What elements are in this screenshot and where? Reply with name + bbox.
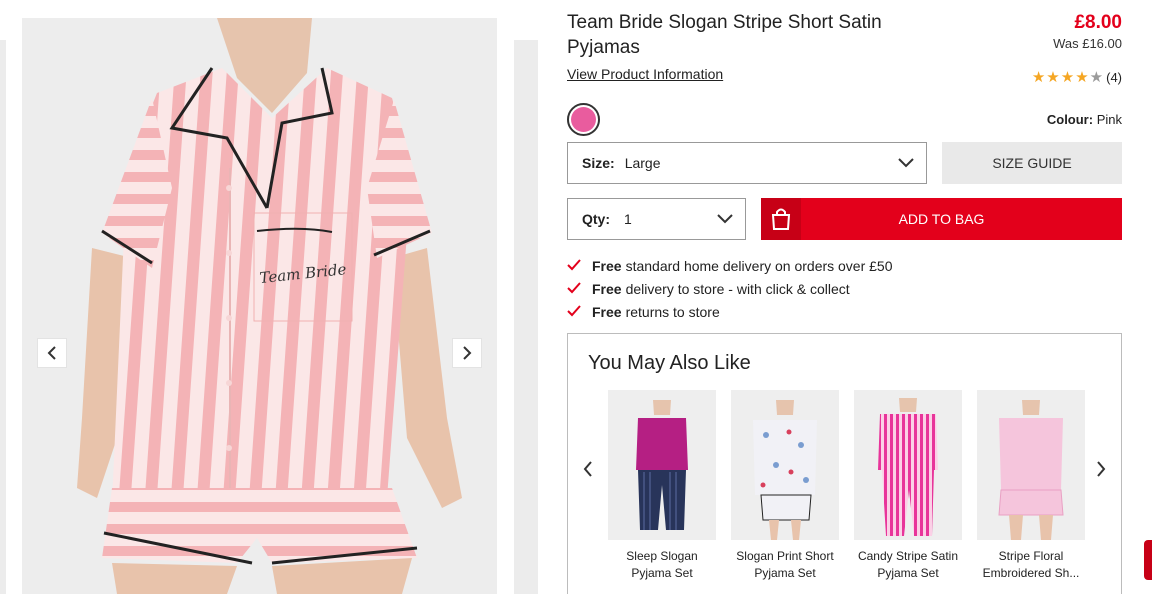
recommendation-name-line: Stripe Floral: [998, 549, 1064, 563]
recommendation-name: Stripe Floral Embroidered Sh...: [977, 548, 1085, 582]
recommendation-name: Sleep Slogan Pyjama Set: [608, 548, 716, 582]
chevron-right-icon: [1097, 461, 1106, 477]
recommendation-name: Slogan Print Short Pyjama Set: [731, 548, 839, 582]
colour-value: Pink: [1096, 112, 1122, 127]
colour-swatch-pink[interactable]: [567, 103, 600, 136]
pyjama-illustration: Team Bride: [77, 18, 462, 594]
chevron-right-icon: [463, 346, 472, 360]
star-icon: ★: [1031, 69, 1046, 86]
chevron-left-icon: [47, 346, 56, 360]
delivery-text: delivery to store - with click & collect: [625, 280, 850, 297]
you-may-also-like-panel: You May Also Like Sleep Slogan Pyjama Se…: [567, 333, 1122, 594]
delivery-text: standard home delivery on orders over £5…: [625, 257, 893, 274]
recommendation-name-line: Pyjama Set: [877, 566, 939, 580]
next-image-peek[interactable]: [514, 40, 538, 594]
chevron-down-icon: [898, 158, 914, 168]
product-thumbnail: [977, 390, 1085, 540]
check-icon: [567, 281, 592, 297]
swatch-fill: [571, 107, 596, 132]
delivery-item: Free delivery to store - with click & co…: [567, 277, 893, 300]
bag-icon: [771, 208, 791, 230]
product-thumbnail: [608, 390, 716, 540]
star-icon: ★: [1075, 69, 1089, 86]
recommendation-card[interactable]: Sleep Slogan Pyjama Set: [608, 390, 716, 582]
size-value: Large: [624, 155, 661, 171]
delivery-info-list: Free standard home delivery on orders ov…: [567, 254, 893, 323]
side-tab[interactable]: [1144, 540, 1152, 580]
bag-icon-box: [761, 198, 801, 240]
delivery-text: returns to store: [625, 303, 720, 320]
product-thumbnail: [731, 390, 839, 540]
recommendation-name-line: Pyjama Set: [631, 566, 693, 580]
quantity-select[interactable]: Qty: 1: [567, 198, 746, 240]
view-product-information-link[interactable]: View Product Information: [567, 66, 723, 82]
star-icon: ★: [1046, 69, 1060, 86]
chevron-left-icon: [583, 461, 592, 477]
colour-indicator: Colour: Pink: [1047, 112, 1122, 127]
product-title: Team Bride Slogan Stripe Short Satin Pyj…: [567, 12, 882, 58]
check-icon: [567, 304, 592, 320]
price: £8.00: [1074, 12, 1122, 33]
star-icon: ★: [1089, 69, 1104, 86]
delivery-item: Free returns to store: [567, 300, 893, 323]
qty-value: 1: [624, 211, 632, 227]
size-guide-button[interactable]: SIZE GUIDE: [942, 142, 1122, 184]
delivery-free-label: Free: [592, 280, 622, 297]
star-rating[interactable]: ★ ★ ★ ★ ★ (4): [1032, 70, 1122, 85]
star-icon: ★: [1060, 69, 1075, 86]
add-to-bag-label: ADD TO BAG: [898, 211, 985, 227]
size-label: Size:: [582, 155, 615, 171]
delivery-item: Free standard home delivery on orders ov…: [567, 254, 893, 277]
recommendation-card[interactable]: Slogan Print Short Pyjama Set: [731, 390, 839, 582]
recommendation-name-line: Slogan Print Short: [736, 549, 834, 563]
review-count: (4): [1106, 70, 1122, 85]
recommendation-card[interactable]: Candy Stripe Satin Pyjama Set: [854, 390, 962, 582]
recommendation-name-line: Pyjama Set: [754, 566, 816, 580]
delivery-free-label: Free: [592, 257, 622, 274]
chevron-down-icon: [717, 214, 733, 224]
product-thumbnail: [854, 390, 962, 540]
size-select[interactable]: Size: Large: [567, 142, 927, 184]
recommendations-title: You May Also Like: [588, 352, 751, 374]
colour-label: Colour:: [1046, 112, 1094, 127]
previous-image-peek[interactable]: [0, 40, 6, 594]
was-price: Was £16.00: [1053, 36, 1122, 51]
recommendations-next-button[interactable]: [1091, 457, 1111, 483]
main-product-image: Team Bride: [22, 18, 497, 594]
check-icon: [567, 258, 592, 274]
recommendations-prev-button[interactable]: [578, 457, 598, 483]
gallery-prev-button[interactable]: [37, 338, 67, 368]
recommendation-name: Candy Stripe Satin Pyjama Set: [854, 548, 962, 582]
qty-label: Qty:: [582, 211, 610, 227]
recommendation-name-line: Embroidered Sh...: [982, 566, 1080, 580]
gallery-next-button[interactable]: [452, 338, 482, 368]
add-to-bag-button[interactable]: ADD TO BAG: [761, 198, 1122, 240]
recommendation-name-line: Candy Stripe Satin: [857, 549, 959, 563]
recommendation-card[interactable]: Stripe Floral Embroidered Sh...: [977, 390, 1085, 582]
recommendation-name-line: Sleep Slogan: [626, 549, 698, 563]
delivery-free-label: Free: [592, 303, 622, 320]
